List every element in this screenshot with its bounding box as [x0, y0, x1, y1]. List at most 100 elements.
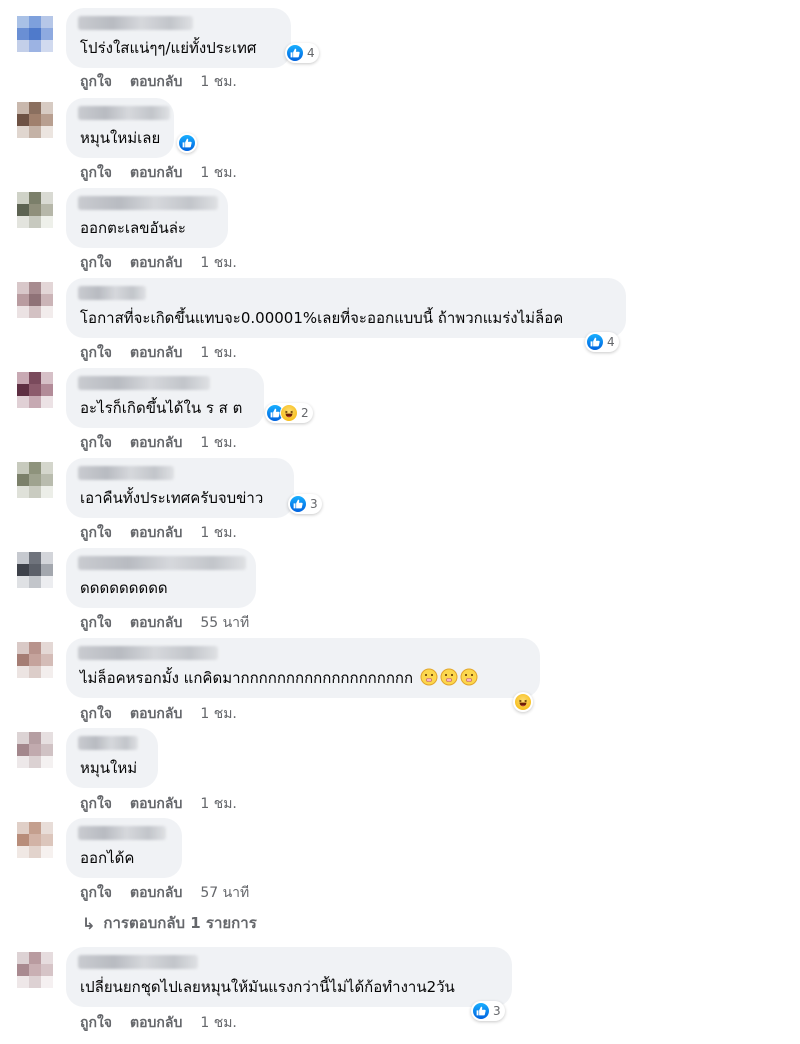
reply-button[interactable]: ตอบกลับ: [130, 793, 182, 815]
author-name[interactable]: [78, 646, 218, 660]
timestamp[interactable]: 1 ชม.: [200, 1012, 237, 1034]
author-name[interactable]: [78, 286, 146, 300]
avatar[interactable]: [17, 822, 53, 858]
like-button[interactable]: ถูกใจ: [80, 703, 112, 725]
timestamp[interactable]: 1 ชม.: [200, 432, 237, 454]
like-button[interactable]: ถูกใจ: [80, 432, 112, 454]
timestamp[interactable]: 1 ชม.: [200, 342, 237, 364]
comments-feed: โปร่งใสแน่ๆๆ/แย่ทั้งประเทศ 4 ถูกใจ ตอบกล…: [0, 0, 800, 1044]
timestamp[interactable]: 1 ชม.: [200, 522, 237, 544]
avatar[interactable]: [17, 192, 53, 228]
reply-button[interactable]: ตอบกลับ: [130, 522, 182, 544]
like-button[interactable]: ถูกใจ: [80, 522, 112, 544]
like-button[interactable]: ถูกใจ: [80, 342, 112, 364]
timestamp[interactable]: 1 ชม.: [200, 252, 237, 274]
reply-button[interactable]: ตอบกลับ: [130, 612, 182, 634]
like-button[interactable]: ถูกใจ: [80, 612, 112, 634]
avatar[interactable]: [17, 642, 53, 678]
comment-actions: ถูกใจ ตอบกลับ 1 ชม.: [80, 793, 237, 815]
comment-actions: ถูกใจ ตอบกลับ 1 ชม.: [80, 252, 237, 274]
reply-button[interactable]: ตอบกลับ: [130, 1012, 182, 1034]
timestamp[interactable]: 1 ชม.: [200, 162, 237, 184]
author-name[interactable]: [78, 466, 174, 480]
avatar[interactable]: [17, 732, 53, 768]
timestamp[interactable]: 1 ชม.: [200, 703, 237, 725]
comment-actions: ถูกใจ ตอบกลับ 1 ชม.: [80, 522, 237, 544]
comment-actions: ถูกใจ ตอบกลับ 57 นาที: [80, 882, 249, 904]
reaction-summary[interactable]: 3: [471, 1001, 505, 1021]
comment-bubble: โปร่งใสแน่ๆๆ/แย่ทั้งประเทศ: [66, 8, 291, 68]
reply-button[interactable]: ตอบกลับ: [130, 162, 182, 184]
avatar[interactable]: [17, 16, 53, 52]
author-name[interactable]: [78, 376, 210, 390]
comment-bubble: เปลี่ยนยกชุดไปเลยหมุนให้มันแรงกว่านี้ไม่…: [66, 947, 512, 1007]
reaction-summary[interactable]: [177, 133, 197, 153]
reply-arrow-icon: ↳: [82, 913, 96, 933]
like-button[interactable]: ถูกใจ: [80, 1012, 112, 1034]
comment-text: ออกได้ค: [80, 849, 135, 867]
like-button[interactable]: ถูกใจ: [80, 793, 112, 815]
comment-text: โอกาสที่จะเกิดขึ้นแทบจะ0.00001%เลยที่จะอ…: [80, 309, 564, 327]
comment-text-body: ไม่ล็อคหรอกมั้ง แกคิดมากกกกกกกกกกกกกกกกก…: [80, 669, 414, 687]
avatar[interactable]: [17, 102, 53, 138]
avatar[interactable]: [17, 552, 53, 588]
like-reaction-icon: [586, 333, 604, 351]
reaction-summary[interactable]: 4: [585, 332, 619, 352]
like-button[interactable]: ถูกใจ: [80, 882, 112, 904]
author-name[interactable]: [78, 16, 193, 30]
like-button[interactable]: ถูกใจ: [80, 162, 112, 184]
shush-emoji-icon: [440, 668, 458, 686]
comment-actions: ถูกใจ ตอบกลับ 1 ชม.: [80, 432, 237, 454]
author-name[interactable]: [78, 736, 138, 750]
like-button[interactable]: ถูกใจ: [80, 252, 112, 274]
timestamp[interactable]: 55 นาที: [200, 612, 249, 634]
like-button[interactable]: ถูกใจ: [80, 71, 112, 93]
reply-button[interactable]: ตอบกลับ: [130, 342, 182, 364]
timestamp[interactable]: 1 ชม.: [200, 793, 237, 815]
shush-emoji-icon: [460, 668, 478, 686]
reaction-count: 2: [301, 406, 309, 420]
comment-bubble: อะไรก็เกิดขึ้นได้ใน ร ส ต: [66, 368, 264, 428]
reaction-count: 4: [307, 46, 315, 60]
comment-actions: ถูกใจ ตอบกลับ 1 ชม.: [80, 71, 237, 93]
author-name[interactable]: [78, 556, 246, 570]
author-name[interactable]: [78, 106, 170, 120]
comment-actions: ถูกใจ ตอบกลับ 1 ชม.: [80, 342, 237, 364]
author-name[interactable]: [78, 196, 218, 210]
reaction-summary[interactable]: 2: [265, 403, 313, 423]
reply-button[interactable]: ตอบกลับ: [130, 71, 182, 93]
comment-text: เปลี่ยนยกชุดไปเลยหมุนให้มันแรงกว่านี้ไม่…: [80, 978, 455, 996]
haha-reaction-icon: [514, 693, 532, 711]
reply-button[interactable]: ตอบกลับ: [130, 882, 182, 904]
reaction-count: 4: [607, 335, 615, 349]
author-name[interactable]: [78, 955, 198, 969]
reaction-summary[interactable]: 4: [285, 43, 319, 63]
comment-bubble: ออกตะเลขอันล่ะ: [66, 188, 228, 248]
avatar[interactable]: [17, 372, 53, 408]
avatar[interactable]: [17, 952, 53, 988]
reply-button[interactable]: ตอบกลับ: [130, 703, 182, 725]
like-reaction-icon: [286, 44, 304, 62]
comment-text: ออกตะเลขอันล่ะ: [80, 219, 186, 237]
avatar[interactable]: [17, 282, 53, 318]
comment-text: หมุนใหม่: [80, 759, 138, 777]
reaction-summary[interactable]: [513, 692, 533, 712]
author-name[interactable]: [78, 826, 166, 840]
comment-actions: ถูกใจ ตอบกลับ 1 ชม.: [80, 162, 237, 184]
view-replies-link[interactable]: ↳ การตอบกลับ 1 รายการ: [82, 911, 257, 935]
comment-text: อะไรก็เกิดขึ้นได้ใน ร ส ต: [80, 399, 243, 417]
reply-button[interactable]: ตอบกลับ: [130, 432, 182, 454]
reply-button[interactable]: ตอบกลับ: [130, 252, 182, 274]
comment-text: ไม่ล็อคหรอกมั้ง แกคิดมากกกกกกกกกกกกกกกกก…: [80, 668, 478, 688]
like-reaction-icon: [289, 495, 307, 513]
timestamp[interactable]: 57 นาที: [200, 882, 249, 904]
comment-text: เอาคืนทั้งประเทศครับจบข่าว: [80, 489, 264, 507]
comment-actions: ถูกใจ ตอบกลับ 55 นาที: [80, 612, 249, 634]
comment-bubble: เอาคืนทั้งประเทศครับจบข่าว: [66, 458, 294, 518]
avatar[interactable]: [17, 462, 53, 498]
comment-text: โปร่งใสแน่ๆๆ/แย่ทั้งประเทศ: [80, 39, 257, 57]
comment-actions: ถูกใจ ตอบกลับ 1 ชม.: [80, 1012, 237, 1034]
comment-bubble: โอกาสที่จะเกิดขึ้นแทบจะ0.00001%เลยที่จะอ…: [66, 278, 626, 338]
timestamp[interactable]: 1 ชม.: [200, 71, 237, 93]
reaction-summary[interactable]: 3: [288, 494, 322, 514]
